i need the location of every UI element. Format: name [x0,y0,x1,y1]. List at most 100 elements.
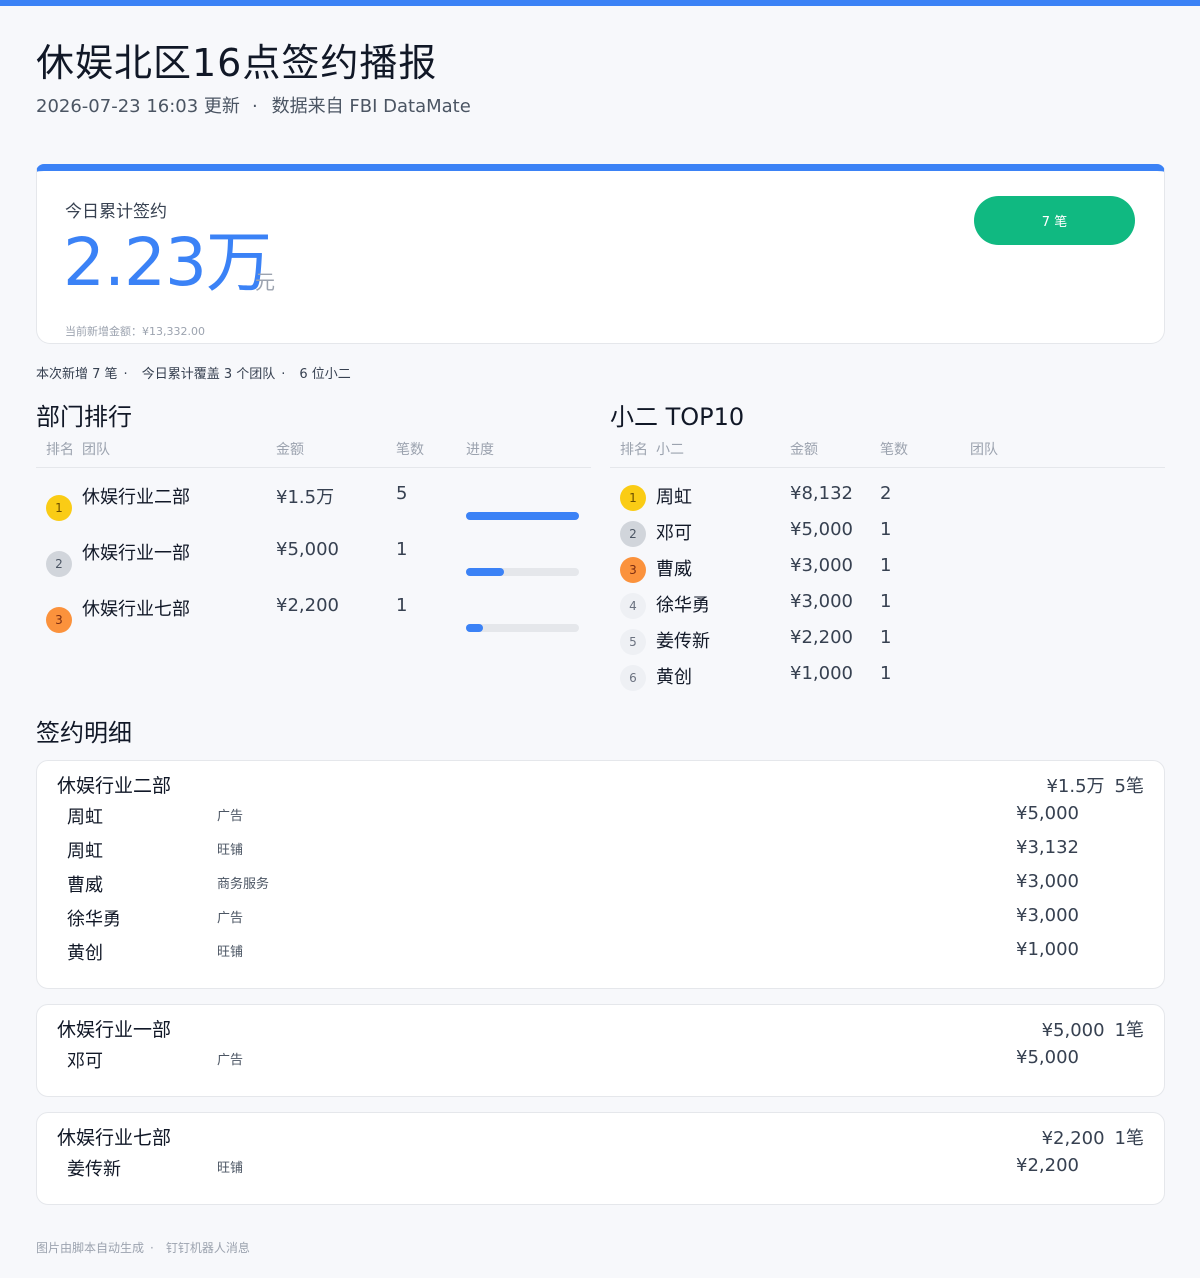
rank-badge-gold: 1 [46,495,72,521]
department-count: 5 [396,483,408,504]
detail-category: 旺铺 [217,945,244,960]
stat-staff-count: 6 位小二 [299,367,351,382]
department-name: 休娱行业二部 [82,487,190,508]
col-head-rank: 排名 [46,442,74,458]
count-badge: 7 笔 [974,196,1135,245]
staff-amount: ¥2,200 [790,627,853,648]
top-accent-bar [0,0,1200,6]
detail-amount: ¥3,000 [1016,905,1079,926]
group-total: ¥2,200 1笔 [1042,1124,1144,1150]
col-head-rank: 排名 [620,442,648,458]
rank-badge: 6 [620,665,646,691]
page-title: 休娱北区16点签约播报 [36,41,438,85]
detail-staff-name: 周虹 [67,841,103,862]
stats-line: 本次新增 7 笔 · 今日累计覆盖 3 个团队 · 6 位小二 [36,367,351,382]
group-total: ¥5,000 1笔 [1042,1016,1144,1042]
staff-count: 2 [880,483,892,504]
detail-group-card: 休娱行业二部 ¥1.5万 5笔 周虹 广告 ¥5,000 周虹 旺铺 ¥3,132… [36,760,1165,989]
detail-staff-name: 周虹 [67,807,103,828]
group-count: 1笔 [1114,1020,1144,1041]
department-count: 1 [396,539,408,560]
rank-badge-gold: 1 [620,485,646,511]
department-amount: ¥1.5万 [276,487,335,508]
col-head-progress: 进度 [466,442,494,458]
staff-name: 周虹 [656,487,692,508]
staff-amount: ¥3,000 [790,591,853,612]
staff-amount: ¥8,132 [790,483,853,504]
detail-amount: ¥2,200 [1016,1155,1079,1176]
detail-amount: ¥5,000 [1016,803,1079,824]
data-source: 数据来自 FBI DataMate [271,96,471,117]
col-head-staff: 小二 [656,442,684,458]
staff-name: 姜传新 [656,631,710,652]
detail-category: 旺铺 [217,1161,244,1176]
footer-bot-note: 钉钉机器人消息 [165,1241,250,1255]
progress-fill [466,512,579,520]
col-head-count: 笔数 [396,442,424,458]
detail-category: 商务服务 [217,877,270,892]
rank-badge: 4 [620,593,646,619]
detail-group-card: 休娱行业七部 ¥2,200 1笔 姜传新 旺铺 ¥2,200 [36,1112,1165,1205]
department-amount: ¥2,200 [276,595,339,616]
summary-note: 当前新增金额：¥13,332.00 [65,325,205,338]
staff-count: 1 [880,627,892,648]
department-name: 休娱行业一部 [82,543,190,564]
summary-card: 今日累计签约 2.23万 元 当前新增金额：¥13,332.00 7 笔 [36,164,1165,344]
progress-fill [466,568,504,576]
progress-fill [466,624,483,632]
detail-category: 广告 [217,809,244,824]
progress-bar [466,512,579,520]
detail-category: 广告 [217,911,244,926]
rank-badge-silver: 2 [46,551,72,577]
stat-new-count: 本次新增 7 笔 [36,367,118,382]
staff-amount: ¥5,000 [790,519,853,540]
progress-bar [466,624,579,632]
summary-value: 2.23万 [63,224,272,301]
top10-title: 小二 TOP10 [610,403,745,431]
department-name: 休娱行业七部 [82,599,190,620]
details-title: 签约明细 [36,719,132,747]
detail-staff-name: 黄创 [67,943,103,964]
group-name: 休娱行业一部 [57,1019,172,1041]
detail-group-card: 休娱行业一部 ¥5,000 1笔 邓可 广告 ¥5,000 [36,1004,1165,1097]
department-count: 1 [396,595,408,616]
progress-bar [466,568,579,576]
rank-badge-bronze: 3 [46,607,72,633]
footer-generated-note: 图片由脚本自动生成 [36,1241,145,1255]
detail-amount: ¥1,000 [1016,939,1079,960]
group-name: 休娱行业七部 [57,1127,172,1149]
updated-time: 2026-07-23 16:03 更新 [36,96,240,117]
top10-header-divider [610,467,1165,468]
staff-count: 1 [880,555,892,576]
col-head-amount: 金额 [276,442,304,458]
group-amount: ¥1.5万 [1046,776,1105,797]
detail-amount: ¥3,132 [1016,837,1079,858]
detail-category: 旺铺 [217,843,244,858]
rank-badge-silver: 2 [620,521,646,547]
staff-amount: ¥3,000 [790,555,853,576]
summary-unit: 元 [255,270,275,294]
staff-name: 曹威 [656,559,692,580]
summary-label: 今日累计签约 [65,202,167,222]
col-head-team: 团队 [82,442,110,458]
rank-badge-bronze: 3 [620,557,646,583]
staff-count: 1 [880,591,892,612]
rank-badge: 5 [620,629,646,655]
department-ranking-title: 部门排行 [36,403,132,431]
staff-count: 1 [880,519,892,540]
detail-amount: ¥5,000 [1016,1047,1079,1068]
col-head-team: 团队 [970,442,998,458]
detail-staff-name: 姜传新 [67,1159,121,1180]
department-amount: ¥5,000 [276,539,339,560]
department-header-divider [36,467,591,468]
group-count: 5笔 [1114,776,1144,797]
group-count: 1笔 [1114,1128,1144,1149]
group-amount: ¥2,200 [1041,1128,1105,1149]
subtitle: 2026-07-23 16:03 更新 · 数据来自 FBI DataMate [36,96,471,117]
group-name: 休娱行业二部 [57,775,172,797]
col-head-amount: 金额 [790,442,818,458]
staff-count: 1 [880,663,892,684]
group-amount: ¥5,000 [1041,1020,1105,1041]
stat-team-coverage: 今日累计覆盖 3 个团队 [141,367,276,382]
group-total: ¥1.5万 5笔 [1046,772,1144,798]
